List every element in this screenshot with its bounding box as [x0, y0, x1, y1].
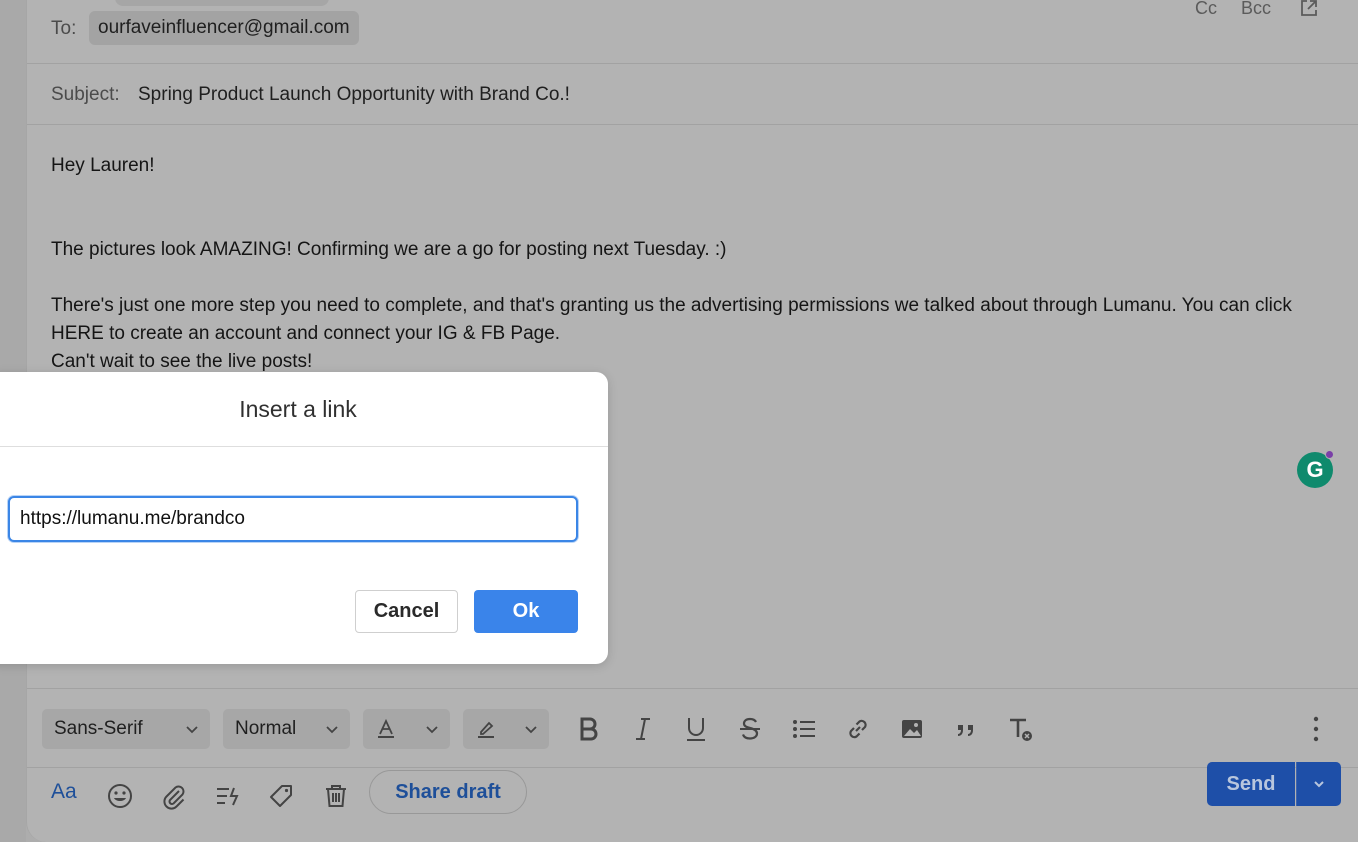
body-line: The pictures look AMAZING! Confirming we…	[51, 239, 727, 260]
send-options-button[interactable]	[1296, 762, 1341, 806]
dialog-title: Insert a link	[239, 396, 357, 422]
chevron-down-icon	[1314, 781, 1324, 788]
highlight-dropdown[interactable]	[463, 709, 549, 749]
subject-input[interactable]: Spring Product Launch Opportunity with B…	[138, 84, 570, 106]
formatting-toolbar: Sans-Serif Normal	[27, 688, 1358, 768]
cancel-button[interactable]: Cancel	[355, 590, 458, 633]
font-family-dropdown[interactable]: Sans-Serif	[42, 709, 210, 749]
body-line: There's just one more step you need to c…	[51, 295, 1298, 344]
cc-button[interactable]: Cc	[1195, 0, 1217, 19]
image-icon[interactable]	[898, 715, 926, 743]
chevron-down-icon	[326, 726, 338, 734]
more-options-icon[interactable]	[1306, 713, 1326, 745]
to-label: To:	[51, 18, 77, 39]
trash-icon[interactable]	[322, 782, 350, 810]
subject-row[interactable]: Subject: Spring Product Launch Opportuni…	[27, 64, 1358, 125]
dialog-divider	[0, 446, 608, 447]
subject-label: Subject:	[51, 84, 120, 105]
greeting: Hey Lauren!	[51, 155, 155, 176]
popout-icon[interactable]	[1299, 0, 1319, 18]
clear-format-icon[interactable]	[1006, 715, 1034, 743]
font-size-dropdown[interactable]: Normal	[223, 709, 350, 749]
font-size-value: Normal	[235, 718, 297, 739]
chevron-down-icon	[186, 726, 198, 734]
link-icon[interactable]	[844, 715, 872, 743]
message-body[interactable]: Hey Lauren! The pictures look AMAZING! C…	[51, 152, 1311, 376]
insert-link-dialog: Insert a link Cancel Ok	[0, 372, 608, 664]
bottom-action-bar: Aa Share draft Send	[27, 762, 1358, 842]
chevron-down-icon	[426, 726, 438, 734]
chevron-down-icon	[525, 726, 537, 734]
strikethrough-icon[interactable]	[736, 715, 764, 743]
send-button[interactable]: Send	[1207, 762, 1295, 806]
formatting-toggle-button[interactable]: Aa	[51, 780, 77, 804]
text-color-dropdown[interactable]	[363, 709, 450, 749]
italic-icon[interactable]	[629, 715, 657, 743]
bullet-list-icon[interactable]	[790, 715, 818, 743]
underline-icon[interactable]	[682, 715, 710, 743]
ok-button[interactable]: Ok	[474, 590, 578, 633]
link-url-input[interactable]	[8, 496, 578, 542]
tab-stub	[115, 0, 329, 6]
attachment-icon[interactable]	[160, 782, 188, 810]
bold-icon[interactable]	[574, 715, 602, 743]
share-draft-button[interactable]: Share draft	[369, 770, 527, 814]
text-color-icon	[378, 718, 394, 738]
quote-icon[interactable]	[952, 715, 980, 743]
highlight-icon	[478, 721, 494, 738]
recipient-chip[interactable]: ourfaveinfluencer@gmail.com	[89, 11, 359, 45]
bcc-button[interactable]: Bcc	[1241, 0, 1271, 19]
grammarly-status-dot	[1325, 450, 1334, 459]
font-family-value: Sans-Serif	[54, 718, 143, 739]
emoji-icon[interactable]	[106, 782, 134, 810]
quick-text-icon[interactable]	[214, 782, 242, 810]
to-row: To: ourfaveinfluencer@gmail.com Cc Bcc	[27, 0, 1358, 64]
tag-icon[interactable]	[267, 782, 295, 810]
